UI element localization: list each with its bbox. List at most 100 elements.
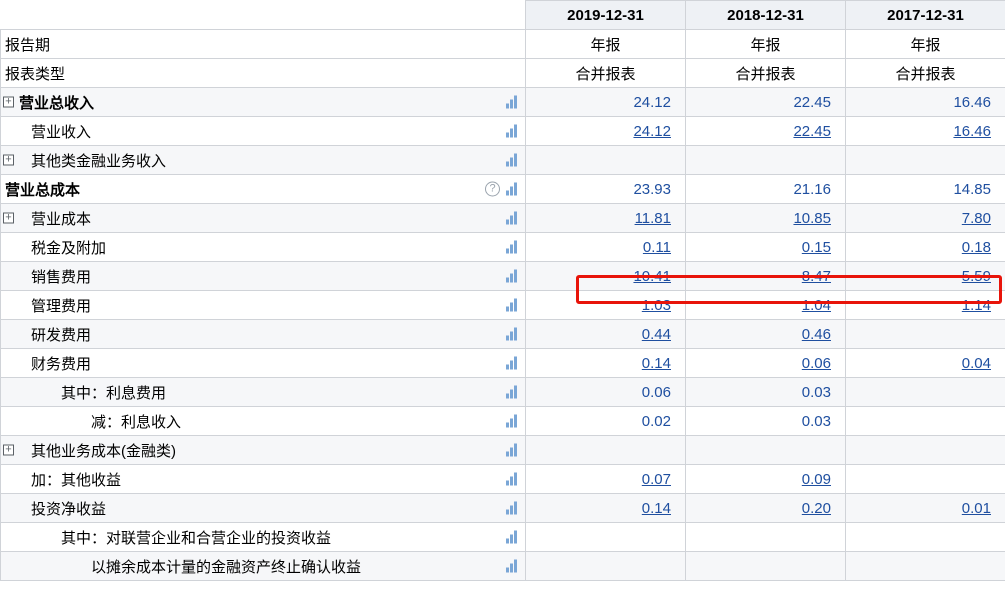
value-cell: 0.03	[686, 407, 846, 436]
value-cell[interactable]: 0.09	[686, 465, 846, 494]
row-label-cell: 减：利息收入	[1, 407, 526, 436]
table-row: 税金及附加 0.110.150.18	[1, 233, 1005, 262]
row-label: 营业收入	[1, 121, 91, 142]
value-cell[interactable]: 8.47	[686, 262, 846, 291]
value-cell[interactable]: 1.04	[686, 291, 846, 320]
value-cell[interactable]: 5.59	[846, 262, 1005, 291]
value-cell	[526, 436, 686, 465]
value-cell	[846, 436, 1005, 465]
value-cell[interactable]: 16.46	[846, 117, 1005, 146]
chart-icon[interactable]	[506, 531, 519, 544]
value-cell	[846, 552, 1005, 581]
value-cell	[846, 407, 1005, 436]
row-icons	[506, 502, 519, 515]
value-cell[interactable]: 0.04	[846, 349, 1005, 378]
row-label: 减：利息收入	[1, 411, 181, 432]
meta-value: 年报	[846, 30, 1005, 59]
row-icons	[506, 270, 519, 283]
value-cell[interactable]: 0.14	[526, 494, 686, 523]
chart-icon[interactable]	[506, 183, 519, 196]
value-cell	[846, 320, 1005, 349]
value-cell: 0.06	[526, 378, 686, 407]
table-row: 财务费用 0.140.060.04	[1, 349, 1005, 378]
table-row: 营业总成本?23.9321.1614.85	[1, 175, 1005, 204]
row-icons	[506, 415, 519, 428]
value-cell	[846, 146, 1005, 175]
expand-icon[interactable]: +	[3, 213, 14, 224]
table-row: 加：其他收益 0.070.09	[1, 465, 1005, 494]
chart-icon[interactable]	[506, 212, 519, 225]
value-cell[interactable]: 1.14	[846, 291, 1005, 320]
value-cell: 0.02	[526, 407, 686, 436]
value-cell[interactable]: 0.15	[686, 233, 846, 262]
value-cell[interactable]: 0.18	[846, 233, 1005, 262]
chart-icon[interactable]	[506, 125, 519, 138]
chart-icon[interactable]	[506, 154, 519, 167]
chart-icon[interactable]	[506, 415, 519, 428]
chart-icon[interactable]	[506, 444, 519, 457]
value-cell[interactable]: 7.80	[846, 204, 1005, 233]
chart-icon[interactable]	[506, 473, 519, 486]
help-icon[interactable]: ?	[485, 182, 500, 197]
table-row: +营业总收入24.1222.4516.46	[1, 88, 1005, 117]
value-cell[interactable]: 10.85	[686, 204, 846, 233]
meta-row-label: 报表类型	[1, 59, 526, 88]
col-header-2: 2017-12-31	[846, 1, 1005, 30]
value-cell[interactable]: 0.46	[686, 320, 846, 349]
chart-icon[interactable]	[506, 560, 519, 573]
chart-icon[interactable]	[506, 270, 519, 283]
value-cell[interactable]: 22.45	[686, 117, 846, 146]
value-cell	[526, 552, 686, 581]
value-cell[interactable]: 0.14	[526, 349, 686, 378]
row-icons	[506, 444, 519, 457]
table-row: 营业收入 24.1222.4516.46	[1, 117, 1005, 146]
row-label: 加：其他收益	[1, 469, 121, 490]
chart-icon[interactable]	[506, 299, 519, 312]
value-cell[interactable]: 0.20	[686, 494, 846, 523]
value-cell	[686, 523, 846, 552]
value-cell: 14.85	[846, 175, 1005, 204]
table-row: 销售费用 10.418.475.59	[1, 262, 1005, 291]
chart-icon[interactable]	[506, 386, 519, 399]
value-cell: 16.46	[846, 88, 1005, 117]
value-cell[interactable]: 0.44	[526, 320, 686, 349]
row-label: 税金及附加	[1, 237, 106, 258]
value-cell[interactable]: 0.07	[526, 465, 686, 494]
row-label: 财务费用	[1, 353, 91, 374]
row-label: 营业总成本	[1, 179, 80, 200]
table-row: +营业成本11.8110.857.80	[1, 204, 1005, 233]
value-cell[interactable]: 0.01	[846, 494, 1005, 523]
value-cell: 23.93	[526, 175, 686, 204]
expand-icon[interactable]: +	[3, 445, 14, 456]
row-label-cell: 其中：对联营企业和合营企业的投资收益	[1, 523, 526, 552]
row-label-cell: 税金及附加	[1, 233, 526, 262]
chart-icon[interactable]	[506, 241, 519, 254]
row-icons	[506, 386, 519, 399]
chart-icon[interactable]	[506, 328, 519, 341]
row-icons	[506, 241, 519, 254]
row-icons	[506, 531, 519, 544]
value-cell	[526, 146, 686, 175]
meta-value: 合并报表	[686, 59, 846, 88]
row-icons	[506, 473, 519, 486]
row-icons	[506, 328, 519, 341]
row-icons	[506, 96, 519, 109]
row-label-cell: 其中：利息费用	[1, 378, 526, 407]
value-cell[interactable]: 10.41	[526, 262, 686, 291]
value-cell[interactable]: 1.03	[526, 291, 686, 320]
row-label: 其他业务成本(金融类)	[1, 440, 176, 461]
value-cell[interactable]: 0.06	[686, 349, 846, 378]
meta-value: 合并报表	[526, 59, 686, 88]
value-cell[interactable]: 0.11	[526, 233, 686, 262]
value-cell[interactable]: 11.81	[526, 204, 686, 233]
expand-icon[interactable]: +	[3, 155, 14, 166]
value-cell[interactable]: 24.12	[526, 117, 686, 146]
meta-value: 合并报表	[846, 59, 1005, 88]
chart-icon[interactable]	[506, 96, 519, 109]
table-row: +其他类金融业务收入	[1, 146, 1005, 175]
expand-icon[interactable]: +	[3, 97, 14, 108]
row-label: 营业总收入	[1, 92, 94, 113]
row-label: 销售费用	[1, 266, 91, 287]
chart-icon[interactable]	[506, 502, 519, 515]
chart-icon[interactable]	[506, 357, 519, 370]
